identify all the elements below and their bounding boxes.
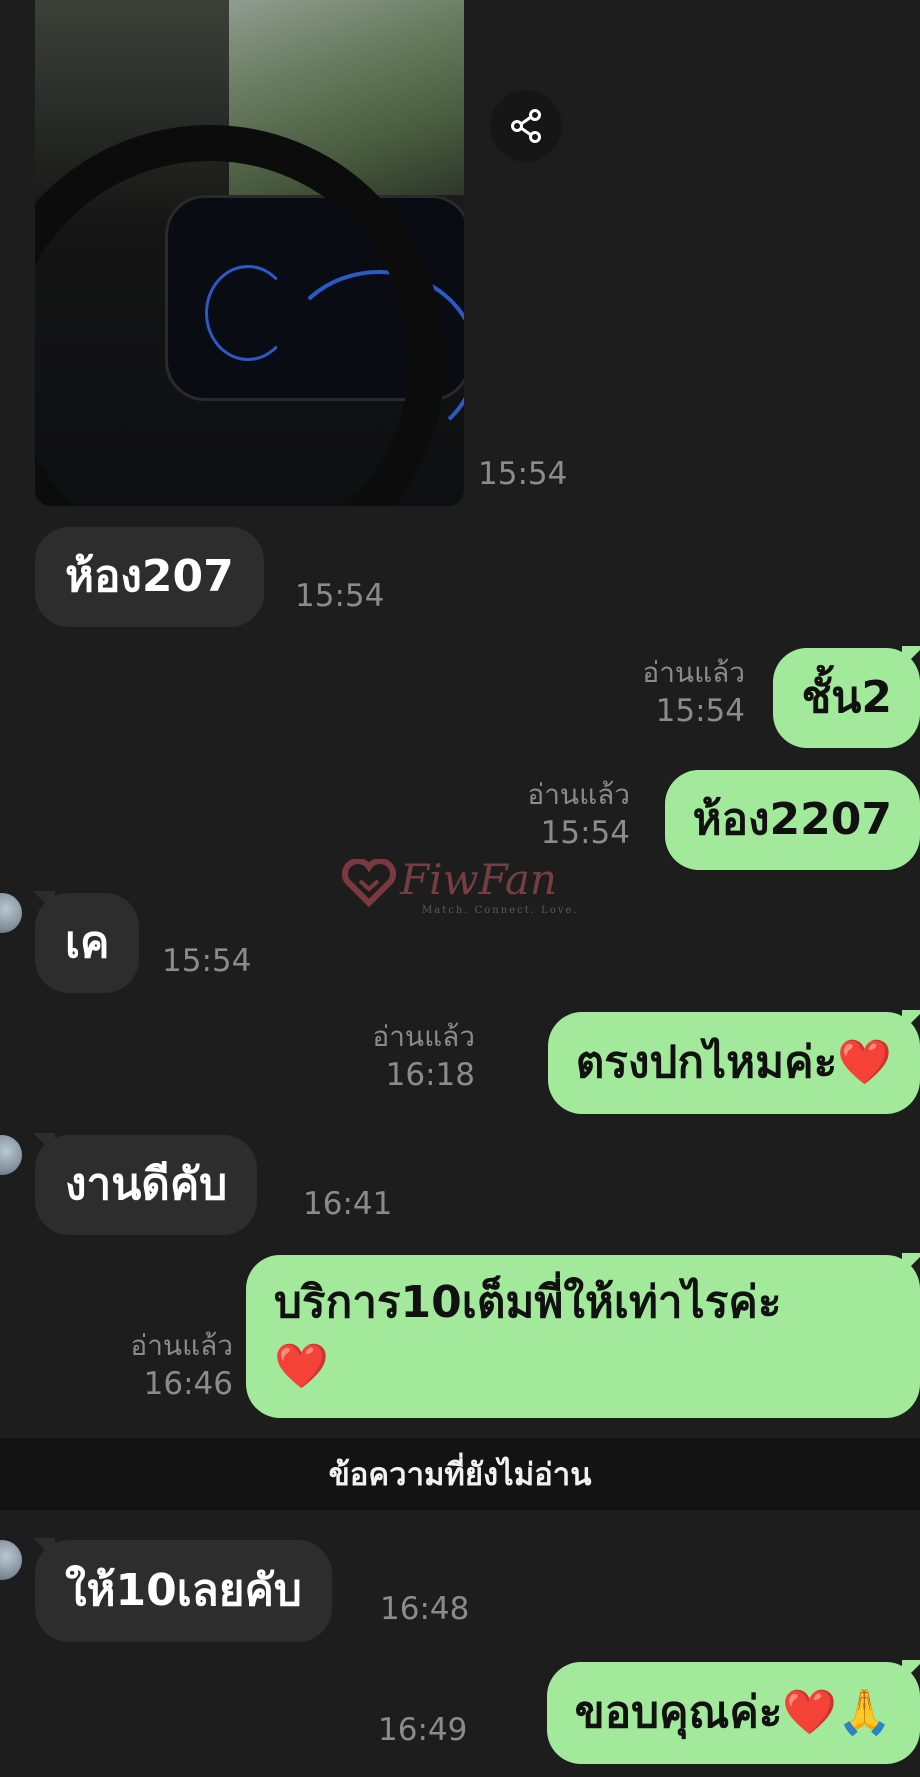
message-text: ชั้น2 (801, 672, 892, 723)
share-button[interactable] (490, 90, 562, 162)
avatar[interactable] (0, 893, 22, 933)
message-time: 15:54 (162, 943, 252, 979)
message-meta: อ่านแล้ว 16:18 (372, 1018, 475, 1094)
message-time: 15:54 (540, 815, 630, 851)
incoming-message[interactable]: ห้อง207 (35, 527, 264, 627)
message-time: 16:49 (378, 1712, 468, 1748)
message-meta: อ่านแล้ว 15:54 (642, 654, 745, 730)
emoji: ❤️🙏 (782, 1687, 892, 1738)
avatar[interactable] (0, 1135, 22, 1175)
message-text: ห้อง2207 (692, 794, 892, 845)
message-text: ห้อง207 (65, 551, 234, 602)
message-time: 16:18 (385, 1057, 475, 1093)
message-text: บริการ10เต็มพี่ให้เท่าไรค่ะ (274, 1277, 782, 1328)
heart-emoji: ❤️ (837, 1037, 892, 1088)
avatar[interactable] (0, 1540, 22, 1580)
message-meta: อ่านแล้ว 15:54 (527, 776, 630, 852)
read-status: อ่านแล้ว (642, 656, 745, 689)
unread-divider: ข้อความที่ยังไม่อ่าน (0, 1438, 920, 1510)
outgoing-message[interactable]: ห้อง2207 (664, 770, 920, 870)
read-status: อ่านแล้ว (130, 1329, 233, 1362)
watermark: FiwFan Match. Connect. Love. (342, 855, 582, 925)
watermark-slogan: Match. Connect. Love. (422, 905, 579, 916)
message-time: 15:54 (655, 693, 745, 729)
message-time: 16:48 (380, 1591, 470, 1627)
watermark-brand: FiwFan (400, 855, 557, 904)
message-text: เค (65, 917, 110, 968)
outgoing-message[interactable]: บริการ10เต็มพี่ให้เท่าไรค่ะ ❤️ (246, 1255, 920, 1418)
photo-message[interactable] (35, 0, 464, 506)
message-text: ขอบคุณค่ะ (574, 1687, 783, 1738)
read-status: อ่านแล้ว (372, 1020, 475, 1053)
read-status: อ่านแล้ว (527, 778, 630, 811)
message-text: ให้10เลยคับ (65, 1565, 302, 1616)
message-time: 16:46 (143, 1366, 233, 1402)
message-time: 16:41 (303, 1186, 393, 1222)
outgoing-message[interactable]: ขอบคุณค่ะ❤️🙏 (546, 1662, 920, 1764)
photo-time: 15:54 (478, 456, 568, 492)
heart-logo-icon (342, 859, 396, 907)
heart-emoji: ❤️ (274, 1341, 329, 1392)
outgoing-message[interactable]: ตรงปกไหมค่ะ❤️ (547, 1012, 920, 1114)
message-text: ตรงปกไหมค่ะ (575, 1037, 838, 1088)
message-meta: อ่านแล้ว 16:46 (130, 1327, 233, 1403)
incoming-message[interactable]: ให้10เลยคับ (35, 1540, 332, 1642)
share-icon (511, 109, 541, 143)
outgoing-message[interactable]: ชั้น2 (773, 648, 920, 748)
message-time: 15:54 (295, 578, 385, 614)
incoming-message[interactable]: งานดีคับ (35, 1135, 258, 1235)
incoming-message[interactable]: เค (35, 893, 140, 993)
message-text: งานดีคับ (65, 1159, 228, 1210)
